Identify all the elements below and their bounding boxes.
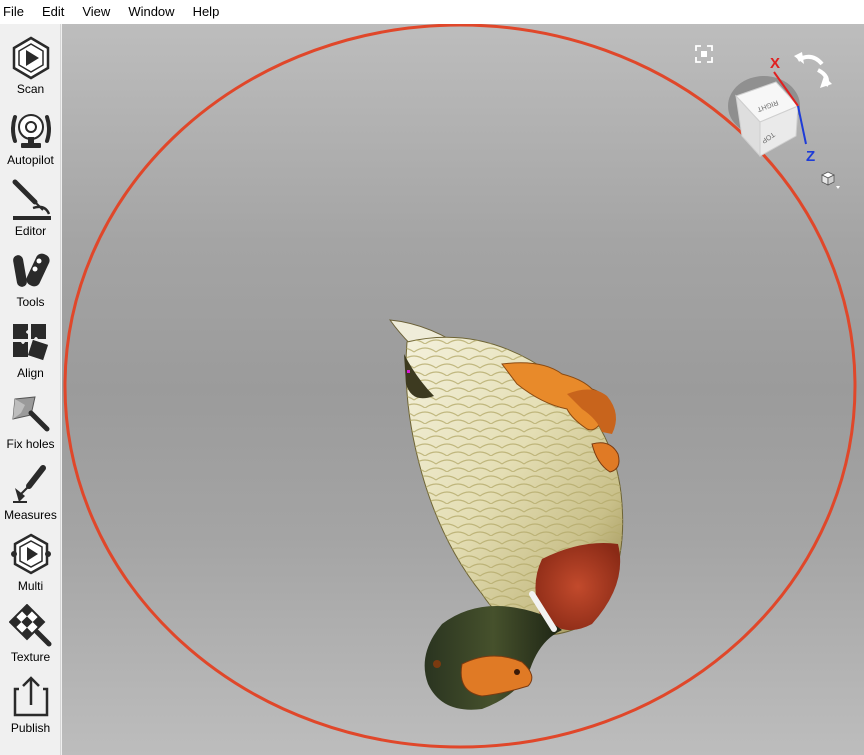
tool-multi-button[interactable]: Multi	[0, 529, 61, 600]
menu-window[interactable]: Window	[119, 0, 183, 24]
scene-canvas: RIGHT TOP X Z	[63, 24, 857, 749]
tool-editor-button[interactable]: Editor	[0, 174, 61, 245]
scanned-model[interactable]	[388, 319, 624, 710]
tool-label: Autopilot	[7, 153, 54, 167]
tool-texture-button[interactable]: Texture	[0, 600, 61, 671]
tool-autopilot-button[interactable]: Autopilot	[0, 103, 61, 174]
fix-holes-icon	[11, 396, 49, 432]
menu-bar: File Edit View Window Help	[0, 0, 864, 24]
tool-measures-button[interactable]: Measures	[0, 458, 61, 529]
tool-scan-button[interactable]: Scan	[0, 32, 61, 103]
axis-z-label: Z	[806, 148, 815, 165]
menu-edit[interactable]: Edit	[33, 0, 73, 24]
main-toolbar: Scan Autopilot Editor Tools Align Fix ho…	[0, 24, 61, 755]
tool-label: Editor	[14, 224, 47, 238]
tool-label: Publish	[10, 721, 51, 735]
rotate-view-icon[interactable]	[794, 52, 832, 88]
measures-icon	[12, 465, 46, 503]
menu-view[interactable]: View	[73, 0, 119, 24]
3d-viewport[interactable]: RIGHT TOP X Z	[62, 24, 864, 755]
texture-icon	[8, 604, 51, 647]
tool-label: Tools	[16, 295, 45, 309]
view-mode-dropdown-icon[interactable]	[821, 171, 840, 189]
tool-label: Multi	[17, 579, 44, 593]
view-cube[interactable]: RIGHT TOP X Z	[728, 55, 815, 165]
menu-file[interactable]: File	[0, 0, 33, 24]
tool-label: Texture	[10, 650, 51, 664]
align-icon	[12, 324, 48, 361]
axis-x-label: X	[770, 55, 780, 72]
fit-view-icon[interactable]	[695, 45, 713, 63]
scan-icon	[12, 36, 49, 80]
tool-label: Fix holes	[6, 437, 55, 451]
tool-label: Scan	[16, 82, 45, 96]
tool-publish-button[interactable]: Publish	[0, 671, 61, 742]
autopilot-icon	[10, 114, 51, 148]
editor-icon	[12, 179, 51, 220]
tool-align-button[interactable]: Align	[0, 316, 61, 387]
publish-icon	[13, 676, 48, 717]
tool-label: Align	[17, 366, 44, 380]
multi-icon	[10, 533, 51, 575]
tools-icon	[12, 253, 50, 287]
app-window: File Edit View Window Help Scan Autopilo…	[0, 0, 864, 755]
tool-tools-button[interactable]: Tools	[0, 245, 61, 316]
tool-label: Measures	[4, 508, 57, 522]
tool-fix-holes-button[interactable]: Fix holes	[0, 387, 61, 458]
menu-help[interactable]: Help	[184, 0, 229, 24]
